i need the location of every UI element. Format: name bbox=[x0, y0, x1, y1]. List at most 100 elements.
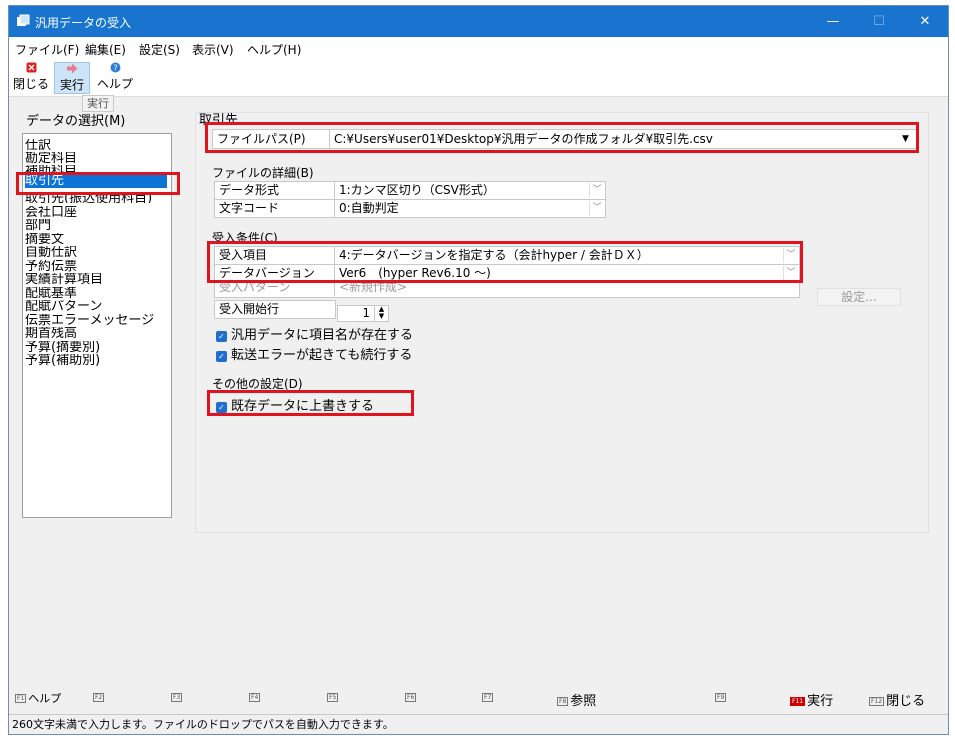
checkbox-checked-icon[interactable]: ✓ bbox=[216, 351, 227, 362]
start-row-label: 受入開始行 bbox=[215, 301, 336, 318]
chevron-down-icon[interactable]: ﹀ bbox=[589, 183, 604, 198]
stepper-arrows-icon[interactable]: ▲ ▼ bbox=[374, 306, 388, 321]
start-row-stepper[interactable]: 1 ▲ ▼ bbox=[337, 305, 389, 322]
status-bar: 260文字未満で入力します。ファイルのドロップでパスを自動入力できます。 bbox=[9, 714, 948, 734]
help-icon: ? bbox=[95, 62, 135, 75]
f1-label: ヘルプ bbox=[28, 692, 62, 705]
app-window: 汎用データの受入 — ☐ ✕ ファイル(F) 編集(E) 設定(S) 表示(V)… bbox=[8, 5, 949, 735]
menu-help[interactable]: ヘルプ(H) bbox=[247, 41, 301, 58]
f7-button[interactable]: F7 bbox=[482, 690, 495, 705]
list-item[interactable]: 勘定科目 bbox=[25, 152, 77, 165]
close-toolbar-label: 閉じる bbox=[13, 77, 50, 91]
list-item[interactable]: 予約伝票 bbox=[25, 260, 77, 273]
list-item[interactable]: 自動仕訳 bbox=[25, 246, 77, 259]
f1-help-button[interactable]: F1 ヘルプ bbox=[15, 690, 61, 706]
import-pattern-row: 受入パターン <新規作成> bbox=[214, 282, 800, 298]
start-row-value: 1 bbox=[362, 306, 370, 320]
f9-button[interactable]: F9 bbox=[715, 690, 728, 705]
char-code-label: 文字コード bbox=[215, 200, 335, 217]
file-detail-title: ファイルの詳細(B) bbox=[212, 166, 314, 180]
f3-button[interactable]: F3 bbox=[171, 690, 184, 705]
f12-label: 閉じる bbox=[886, 694, 926, 709]
data-select-list[interactable]: 仕訳 勘定科目 補助科目 取引先 取引先(振込使用科目) 会社口座 部門 摘要文… bbox=[22, 133, 172, 518]
check-continue-on-error[interactable]: ✓ 転送エラーが起きても続行する bbox=[216, 344, 412, 363]
minimize-button[interactable]: — bbox=[810, 6, 856, 37]
f11-label: 実行 bbox=[807, 694, 834, 709]
check-overwrite[interactable]: ✓ 既存データに上書きする bbox=[216, 395, 374, 414]
f8-label: 参照 bbox=[570, 694, 597, 709]
list-item-selected[interactable]: 取引先 bbox=[25, 174, 167, 188]
f4-button[interactable]: F4 bbox=[249, 690, 262, 705]
close-toolbar-button[interactable]: 閉じる bbox=[13, 62, 49, 94]
start-row-row: 受入開始行 bbox=[214, 300, 336, 319]
list-item[interactable]: 取引先(振込使用科目) bbox=[25, 192, 152, 203]
f8-browse-button[interactable]: F8 参照 bbox=[557, 690, 596, 709]
list-item[interactable]: 予算(補助別) bbox=[25, 354, 100, 367]
f2-button[interactable]: F2 bbox=[93, 690, 106, 705]
check-continue-label: 転送エラーが起きても続行する bbox=[231, 348, 413, 363]
window-title: 汎用データの受入 bbox=[35, 16, 132, 30]
tooltip: 実行 bbox=[82, 95, 114, 112]
list-item[interactable]: 摘要文 bbox=[25, 233, 64, 246]
import-item-row: 受入項目 4:データバージョンを指定する（会計hyper / 会計ＤＸ） ﹀ bbox=[214, 246, 800, 265]
list-item[interactable]: 仕訳 bbox=[25, 139, 51, 152]
file-path-row: ファイルパス(P) C:¥Users¥user01¥Desktop¥汎用データの… bbox=[212, 129, 918, 149]
import-cond-title: 受入条件(C) bbox=[212, 231, 278, 245]
list-item[interactable]: 補助科目 bbox=[25, 165, 77, 174]
char-code-row: 文字コード 0:自動判定 ﹀ bbox=[214, 199, 606, 218]
list-item[interactable]: 配賦基準 bbox=[25, 287, 77, 300]
chevron-down-icon[interactable]: ﹀ bbox=[783, 266, 798, 281]
check-overwrite-label: 既存データに上書きする bbox=[231, 399, 375, 414]
import-pattern-label: 受入パターン bbox=[215, 283, 335, 296]
help-toolbar-label: ヘルプ bbox=[96, 77, 133, 91]
close-icon bbox=[13, 62, 49, 75]
menu-file[interactable]: ファイル(F) bbox=[15, 41, 79, 58]
list-item[interactable]: 実績計算項目 bbox=[25, 273, 103, 286]
menu-view[interactable]: 表示(V) bbox=[192, 41, 234, 58]
file-path-input[interactable]: C:¥Users¥user01¥Desktop¥汎用データの作成フォルダ¥取引先… bbox=[331, 130, 891, 148]
data-format-row: データ形式 1:カンマ区切り（CSV形式） ﹀ bbox=[214, 181, 606, 200]
list-item[interactable]: 会社口座 bbox=[25, 206, 77, 219]
f5-button[interactable]: F5 bbox=[327, 690, 340, 705]
data-format-value[interactable]: 1:カンマ区切り（CSV形式） bbox=[336, 182, 586, 199]
checkbox-checked-icon[interactable]: ✓ bbox=[216, 331, 227, 342]
import-item-value[interactable]: 4:データバージョンを指定する（会計hyper / 会計ＤＸ） bbox=[336, 247, 781, 264]
checkbox-checked-icon[interactable]: ✓ bbox=[216, 402, 227, 413]
run-toolbar-button[interactable]: 実行 bbox=[54, 62, 90, 94]
list-item[interactable]: 部門 bbox=[25, 219, 51, 232]
chevron-down-icon[interactable]: ﹀ bbox=[589, 201, 604, 216]
help-toolbar-button[interactable]: ? ヘルプ bbox=[95, 62, 135, 94]
data-select-title: データの選択(M) bbox=[26, 114, 126, 129]
setting-button[interactable]: 設定... bbox=[817, 288, 901, 306]
chevron-down-icon[interactable]: ▼ bbox=[898, 130, 913, 148]
maximize-button[interactable]: ☐ bbox=[856, 6, 902, 37]
list-item[interactable]: 予算(摘要別) bbox=[25, 341, 100, 354]
menu-settings[interactable]: 設定(S) bbox=[139, 41, 180, 58]
f11-run-button[interactable]: F11 実行 bbox=[790, 690, 833, 709]
app-icon bbox=[17, 14, 30, 26]
section-title: 取引先 bbox=[199, 113, 239, 128]
data-version-label: データバージョン bbox=[215, 265, 335, 282]
data-format-label: データ形式 bbox=[215, 182, 335, 199]
check-header-label: 汎用データに項目名が存在する bbox=[231, 328, 414, 343]
import-pattern-value[interactable]: <新規作成> bbox=[336, 283, 781, 296]
f12-close-button[interactable]: F12 閉じる bbox=[869, 690, 925, 709]
title-bar[interactable]: 汎用データの受入 — ☐ ✕ bbox=[9, 6, 948, 37]
char-code-value[interactable]: 0:自動判定 bbox=[336, 200, 586, 217]
menu-bar: ファイル(F) 編集(E) 設定(S) 表示(V) ヘルプ(H) bbox=[9, 37, 948, 59]
toolbar: 閉じる 実行 ? ヘルプ bbox=[9, 59, 948, 97]
menu-edit[interactable]: 編集(E) bbox=[85, 41, 126, 58]
import-item-label: 受入項目 bbox=[215, 247, 335, 264]
data-version-value[interactable]: Ver6 (hyper Rev6.10 ～) bbox=[336, 265, 781, 282]
close-window-button[interactable]: ✕ bbox=[902, 6, 948, 37]
run-toolbar-label: 実行 bbox=[59, 78, 84, 92]
f6-button[interactable]: F6 bbox=[405, 690, 418, 705]
arrow-right-icon bbox=[55, 63, 89, 76]
check-header-exists[interactable]: ✓ 汎用データに項目名が存在する bbox=[216, 324, 413, 343]
list-item[interactable]: 期首残高 bbox=[25, 327, 77, 340]
chevron-down-icon[interactable]: ﹀ bbox=[783, 248, 798, 263]
function-key-bar: F1 ヘルプ F2 F3 F4 F5 F6 F7 F8 参照 F9 F11 実行 F1… bbox=[9, 686, 948, 710]
other-settings-title: その他の設定(D) bbox=[212, 377, 303, 391]
list-item[interactable]: 配賦パターン bbox=[25, 300, 102, 313]
list-item[interactable]: 伝票エラーメッセージ bbox=[25, 314, 154, 327]
